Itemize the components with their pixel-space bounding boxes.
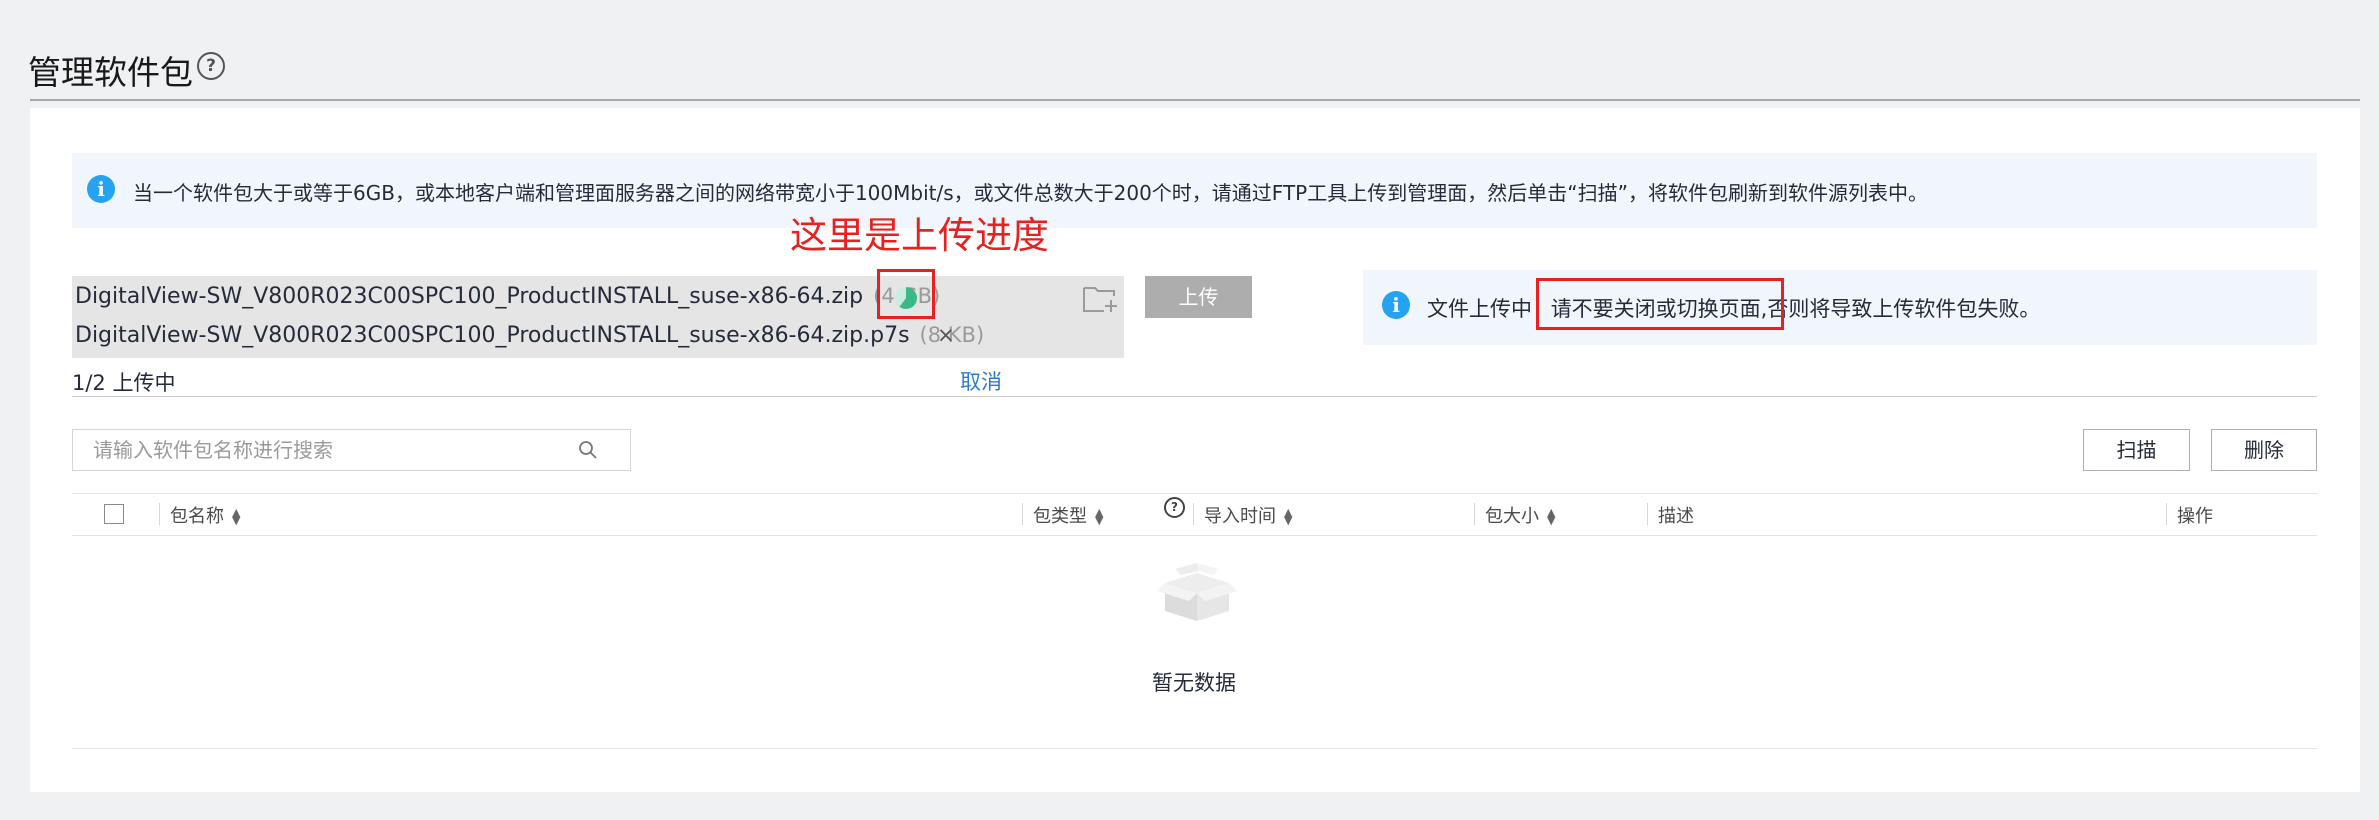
help-icon[interactable]: ? xyxy=(197,52,225,80)
help-icon[interactable]: ? xyxy=(1164,497,1185,518)
annotation-highlight-warning xyxy=(1536,278,1784,330)
upload-file-item: DigitalView-SW_V800R023C00SPC100_Product… xyxy=(75,323,984,348)
column-header-size[interactable]: 包大小 ▲ ▼ xyxy=(1485,502,1555,528)
page-title: 管理软件包 xyxy=(28,53,193,92)
info-icon: i xyxy=(87,175,115,203)
column-divider xyxy=(1193,503,1194,525)
search-icon[interactable] xyxy=(578,440,598,460)
table-header-border xyxy=(72,535,2317,536)
remove-file-icon[interactable]: × xyxy=(937,323,955,347)
table-bottom-border xyxy=(72,748,2317,749)
column-header-label: 导入时间 xyxy=(1204,506,1276,527)
notice-rest: 否则将导致上传软件包失败。 xyxy=(1767,297,2041,321)
select-all-checkbox[interactable] xyxy=(104,504,124,524)
annotation-callout: 这里是上传进度 xyxy=(790,214,1049,257)
info-icon: i xyxy=(1382,291,1410,319)
column-divider xyxy=(159,503,160,525)
column-header-description: 描述 xyxy=(1658,502,1694,528)
file-name: DigitalView-SW_V800R023C00SPC100_Product… xyxy=(75,284,864,309)
add-folder-icon[interactable] xyxy=(1082,282,1118,314)
sort-icon[interactable]: ▲ ▼ xyxy=(1095,507,1103,526)
sort-icon[interactable]: ▲ ▼ xyxy=(232,507,240,526)
upload-button[interactable]: 上传 xyxy=(1145,276,1252,318)
column-divider xyxy=(2166,503,2167,525)
column-header-label: 描述 xyxy=(1658,506,1694,527)
scan-button[interactable]: 扫描 xyxy=(2083,429,2190,471)
delete-button[interactable]: 删除 xyxy=(2211,429,2317,471)
file-name: DigitalView-SW_V800R023C00SPC100_Product… xyxy=(75,323,910,348)
column-header-type[interactable]: 包类型 ▲ ▼ xyxy=(1033,502,1103,528)
column-header-label: 包大小 xyxy=(1485,506,1539,527)
upload-file-item: DigitalView-SW_V800R023C00SPC100_Product… xyxy=(75,284,940,309)
sort-icon[interactable]: ▲ ▼ xyxy=(1284,507,1292,526)
divider xyxy=(72,396,2317,397)
cancel-upload-link[interactable]: 取消 xyxy=(960,366,1002,396)
empty-state-text: 暂无数据 xyxy=(1152,671,1236,695)
column-divider xyxy=(1647,503,1648,525)
column-header-name[interactable]: 包名称 ▲ ▼ xyxy=(170,502,240,528)
notice-lead: 文件上传中 xyxy=(1427,297,1532,321)
column-header-actions: 操作 xyxy=(2177,502,2213,528)
column-header-label: 操作 xyxy=(2177,506,2213,527)
search-input[interactable] xyxy=(72,429,631,471)
column-header-label: 包名称 xyxy=(170,506,224,527)
column-divider xyxy=(1474,503,1475,525)
column-divider xyxy=(1022,503,1023,525)
title-divider xyxy=(30,99,2360,101)
column-header-label: 包类型 xyxy=(1033,506,1087,527)
column-header-import-time[interactable]: 导入时间 ▲ ▼ xyxy=(1204,502,1292,528)
info-banner-text: 当一个软件包大于或等于6GB，或本地客户端和管理面服务器之间的网络带宽小于100… xyxy=(133,181,1928,205)
upload-progress-icon xyxy=(895,287,917,309)
sort-icon[interactable]: ▲ ▼ xyxy=(1547,507,1555,526)
empty-box-icon xyxy=(1157,563,1237,621)
table-top-border xyxy=(72,493,2317,494)
upload-status: 1/2 上传中 xyxy=(72,371,176,395)
